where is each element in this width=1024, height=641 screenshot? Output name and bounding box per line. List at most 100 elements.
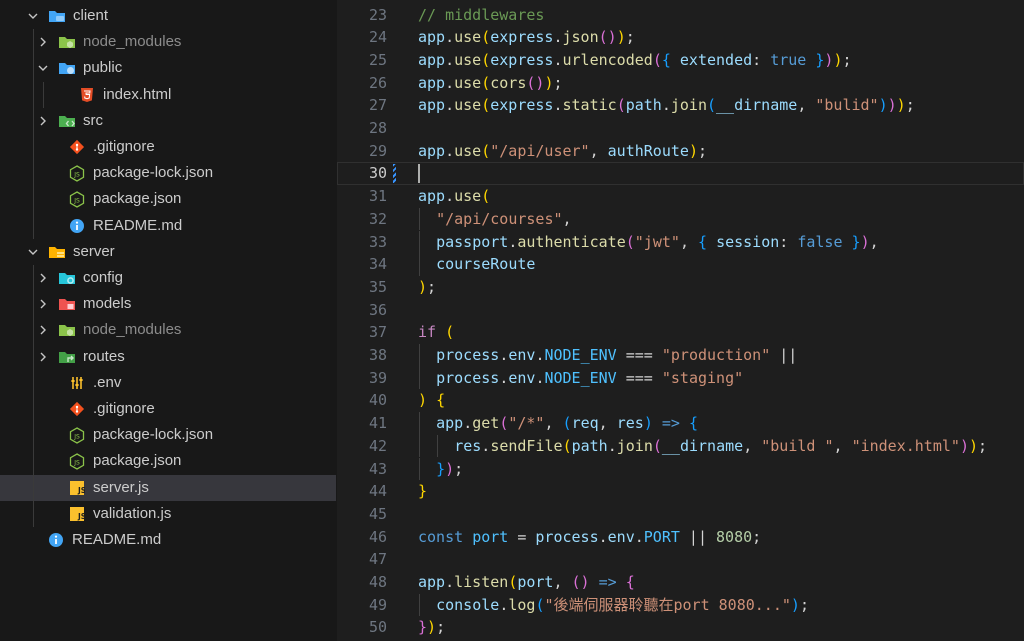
code-line[interactable]: 25 app.use(express.urlencoded({ extended:… (337, 49, 1024, 72)
explorer-folder-client[interactable]: client (0, 3, 336, 29)
code-line[interactable]: 45 (337, 503, 1024, 526)
code-line[interactable]: 27 app.use(express.static(path.join(__dir… (337, 94, 1024, 117)
code-token: "build " (761, 436, 834, 455)
folder-public-icon (58, 59, 76, 77)
chevron-right-icon[interactable] (37, 272, 49, 284)
code-line[interactable]: 50}); (337, 616, 1024, 639)
code-line[interactable]: 23 // middlewares (337, 4, 1024, 27)
code-token: . (553, 28, 563, 47)
explorer-file-package-lock-json[interactable]: JS package-lock.json (0, 160, 336, 186)
code-line[interactable]: 40) { (337, 389, 1024, 412)
chevron-down-icon[interactable] (37, 62, 49, 74)
code-token: res (454, 436, 482, 455)
code-line[interactable]: 43}); (337, 457, 1024, 481)
code-line[interactable]: 30 (337, 162, 1024, 186)
code-line[interactable]: 35); (337, 276, 1024, 299)
code-line[interactable]: 46 const port = process.env.PORT || 8080; (337, 526, 1024, 549)
indent-guide (419, 434, 420, 458)
code-token: , (679, 232, 698, 251)
code-line[interactable]: 36 (337, 299, 1024, 322)
code-editor[interactable]: 23// middlewares 24 app.use(express.json()… (337, 0, 1024, 641)
text-cursor (418, 164, 420, 184)
indent-guide (419, 230, 420, 254)
explorer-folder-node-modules[interactable]: node_modules (0, 317, 336, 343)
code-token: app (418, 28, 446, 47)
indent-guide (419, 366, 420, 390)
explorer-folder-config[interactable]: config (0, 265, 336, 291)
code-token: { (688, 414, 698, 433)
code-token: join (616, 436, 653, 455)
code-text: }); (436, 458, 463, 481)
code-token: ; (905, 96, 915, 115)
code-token: env (508, 368, 536, 387)
line-number: 35 (368, 277, 387, 296)
chevron-down-icon[interactable] (27, 246, 39, 258)
line-number: 32 (368, 209, 387, 228)
code-token: . (661, 96, 671, 115)
explorer-sidebar: client node_modules public index.html src .gi… (0, 0, 338, 641)
explorer-item-label: client (73, 7, 109, 24)
code-token: , (869, 232, 879, 251)
explorer-file-package-json[interactable]: JS package.json (0, 448, 336, 474)
code-line[interactable]: 33 passport.authenticate("jwt", { session… (337, 230, 1024, 254)
code-token: 8080 (716, 527, 753, 546)
explorer-file-package-lock-json[interactable]: JS package-lock.json (0, 422, 336, 448)
chevron-down-icon[interactable] (27, 10, 39, 22)
line-number: 34 (368, 255, 387, 274)
code-token: NODE_ENV (544, 346, 617, 364)
code-token: () (526, 73, 545, 92)
code-line[interactable]: 41 app.get("/*", (req, res) => { (337, 412, 1024, 435)
code-line[interactable]: 31 app.use( (337, 185, 1024, 208)
explorer-folder-public[interactable]: public (0, 55, 336, 81)
code-token: ) (418, 277, 428, 296)
code-text: ); (418, 276, 436, 299)
code-line[interactable]: 38 process.env.NODE_ENV === "production" … (337, 344, 1024, 367)
code-text: res.sendFile(path.join(__dirname, "build… (454, 435, 987, 458)
code-line[interactable]: 39 process.env.NODE_ENV === "staging" (337, 366, 1024, 390)
code-token: use (454, 141, 482, 160)
explorer-folder-src[interactable]: src (0, 108, 336, 134)
explorer-file-server-js[interactable]: JS server.js (0, 474, 336, 501)
code-line[interactable]: 48 app.listen(port, () => { (337, 571, 1024, 594)
info-icon (47, 531, 65, 549)
chevron-right-icon[interactable] (37, 351, 49, 363)
explorer-file-env[interactable]: .env (0, 370, 336, 396)
explorer-folder-server[interactable]: server (0, 239, 336, 265)
code-line[interactable]: 42 res.sendFile(path.join(__dirname, "bui… (337, 434, 1024, 458)
line-number: 42 (368, 436, 387, 455)
explorer-file-gitignore[interactable]: .gitignore (0, 134, 336, 160)
code-line[interactable]: 37 if ( (337, 321, 1024, 344)
code-token: . (445, 96, 455, 115)
explorer-file-readme-md[interactable]: README.md (0, 527, 336, 553)
git-icon (68, 138, 86, 156)
code-token: get (472, 414, 500, 433)
explorer-folder-node-modules[interactable]: node_modules (0, 29, 336, 55)
code-line[interactable]: 26 app.use(cors()); (337, 72, 1024, 95)
code-line[interactable]: 32 "/api/courses", (337, 207, 1024, 231)
explorer-folder-models[interactable]: models (0, 291, 336, 317)
explorer-file-readme-md[interactable]: README.md (0, 213, 336, 239)
explorer-file-validation-js[interactable]: JS validation.js (0, 501, 336, 527)
folder-server-icon (48, 243, 66, 261)
chevron-right-icon[interactable] (37, 115, 49, 127)
code-token: === (616, 346, 662, 364)
code-line[interactable]: 34 courseRoute (337, 253, 1024, 276)
code-line[interactable]: 24 app.use(express.json()); (337, 26, 1024, 49)
explorer-file-index-html[interactable]: index.html (0, 82, 336, 108)
code-line[interactable]: 49 console.log("後端伺服器聆聽在port 8080..."); (337, 593, 1024, 617)
explorer-file-package-json[interactable]: JS package.json (0, 186, 336, 212)
code-token: "production" (661, 346, 771, 364)
chevron-right-icon[interactable] (37, 298, 49, 310)
code-token: session (716, 232, 780, 251)
code-line[interactable]: 44} (337, 480, 1024, 503)
code-line[interactable]: 29 app.use("/api/user", authRoute); (337, 140, 1024, 163)
code-line[interactable]: 47 (337, 548, 1024, 571)
code-token: () (598, 28, 617, 47)
folder-node-icon (58, 321, 76, 339)
explorer-folder-routes[interactable]: routes (0, 344, 336, 370)
chevron-right-icon[interactable] (37, 324, 49, 336)
chevron-right-icon[interactable] (37, 36, 49, 48)
code-line[interactable]: 28 (337, 117, 1024, 140)
folder-src-icon (58, 112, 76, 130)
explorer-file-gitignore[interactable]: .gitignore (0, 396, 336, 422)
